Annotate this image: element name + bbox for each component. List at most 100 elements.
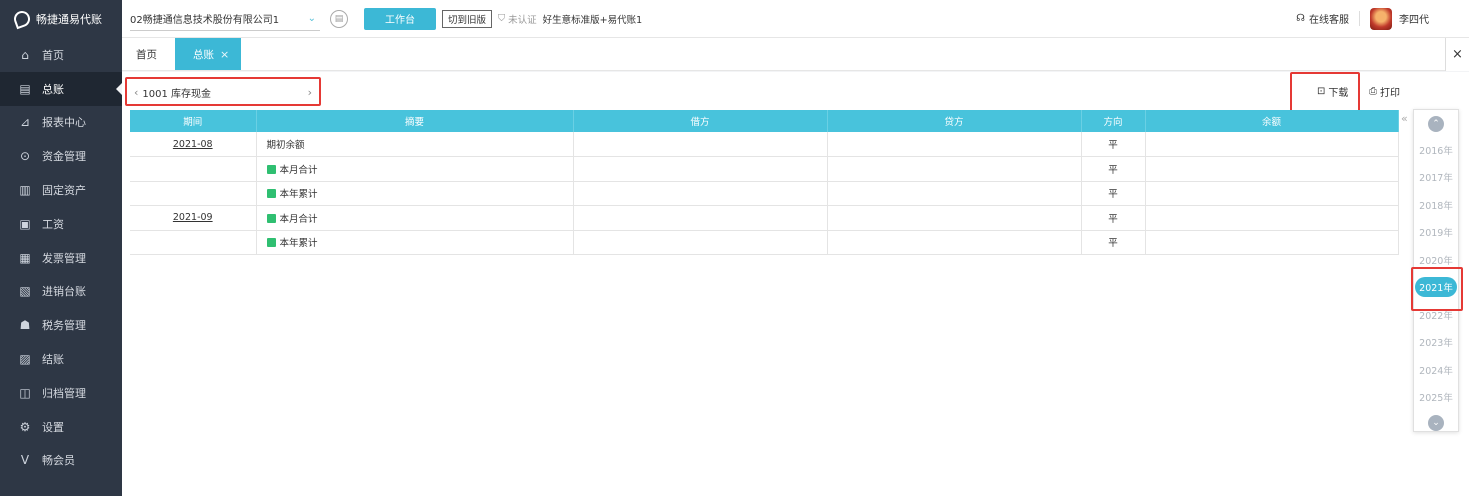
debit-cell [573,156,828,182]
salary-icon: ▣ [19,216,31,231]
switch-old-version-button[interactable]: 切到旧版 [442,9,493,28]
app-logo[interactable]: 畅捷通易代账 [0,0,122,38]
sidebar-item-label: 总账 [42,82,64,96]
sidebar-item-general-ledger[interactable]: ▤ 总账 [0,71,122,106]
summary-cell: 本月合计 [256,156,574,182]
workbench-button[interactable]: 工作台 [364,7,436,30]
sidebar-item-fixed-assets[interactable]: ▥ 固定资产 [0,173,122,207]
year-item[interactable]: 2016年 [1415,136,1457,164]
balance-cell [1145,132,1399,157]
fixed-assets-icon: ▥ [19,183,31,198]
column-header-period: 期间 [130,110,257,132]
balance-cell [1145,205,1399,231]
year-item[interactable]: 2024年 [1415,356,1457,384]
highlight-box-subject [125,77,321,106]
company-name: 02畅捷通信息技术股份有限公司1 [130,14,280,26]
sidebar-nav: ⌂ 首页 ▤ 总账 ⊿ 报表中心 ⊙ 资金管理 ▥ 固定资产 ▣ 工资 ▦ 发票管理 ▧ 进销台账 ☗ 税务管理 ▨… [0,38,122,477]
direction-cell: 平 [1081,230,1146,255]
period-link[interactable]: 2021-08 [173,139,213,150]
column-header-summary: 摘要 [256,110,574,132]
sidebar-item-label: 税务管理 [42,319,86,333]
chevron-up-icon[interactable]: ⌃ [1428,116,1444,132]
sidebar-item-inventory-ledger[interactable]: ▧ 进销台账 [0,275,122,309]
summary-row-icon[interactable] [266,164,276,174]
year-item[interactable]: 2025年 [1415,384,1457,412]
summary-cell: 本月合计 [256,205,574,231]
sidebar-item-tax-management[interactable]: ☗ 税务管理 [0,308,122,342]
direction-cell: 平 [1081,132,1146,157]
username[interactable]: 李四代 [1399,11,1429,26]
general-ledger-icon: ▤ [19,81,31,96]
collapse-year-rail-icon[interactable]: « [1401,112,1408,125]
period-cell [130,156,257,182]
sidebar-item-report-center[interactable]: ⊿ 报表中心 [0,106,122,140]
online-service-label: 在线客服 [1309,15,1349,26]
tab-general-ledger[interactable]: 总账 × [175,38,242,70]
sidebar-item-home[interactable]: ⌂ 首页 [0,38,122,72]
settings-icon: ⚙ [19,419,31,434]
column-header-direction: 方向 [1081,110,1146,132]
shield-icon: ⛉ [498,13,506,24]
summary-row-icon[interactable] [266,189,276,199]
home-icon: ⌂ [21,47,29,62]
fund-management-icon: ⊙ [19,149,31,164]
sidebar-item-member[interactable]: V 畅会员 [0,444,122,478]
summary-cell: 期初余额 [256,132,574,157]
sidebar-item-label: 工资 [42,217,64,231]
sidebar-item-label: 设置 [42,420,64,434]
period-link[interactable]: 2021-09 [173,212,213,223]
company-select[interactable]: 02畅捷通信息技术股份有限公司1 ⌄ [130,7,320,31]
sidebar-item-invoice-management[interactable]: ▦ 发票管理 [0,241,122,275]
sidebar-item-archive-management[interactable]: ◫ 归档管理 [0,376,122,410]
sidebar-item-settings[interactable]: ⚙ 设置 [0,410,122,444]
year-label: 2023年 [1419,338,1453,350]
year-label: 2024年 [1419,365,1453,377]
year-item[interactable]: 2017年 [1415,164,1457,192]
column-header-debit: 借方 [573,110,828,132]
printer-icon: ⎙ [1369,86,1377,97]
print-label: 打印 [1380,88,1400,99]
summary-row-icon[interactable] [266,238,276,248]
table-row: 本年累计 平 [130,181,1399,206]
calendar-icon[interactable]: ▤ [330,9,348,28]
tax-management-icon: ☗ [19,318,31,333]
period-cell: 2021-09 [130,205,257,231]
year-label: 2020年 [1419,255,1453,267]
certification-status[interactable]: ⛉ 未认证 [498,12,537,26]
year-item[interactable]: 2018年 [1415,191,1457,219]
sidebar-item-fund-management[interactable]: ⊙ 资金管理 [0,139,122,173]
invoice-management-icon: ▦ [19,250,31,265]
sidebar-item-salary[interactable]: ▣ 工资 [0,207,122,241]
online-service-button[interactable]: ☊ 在线客服 [1296,11,1360,26]
logo-text: 畅捷通易代账 [36,13,102,26]
main-content: ‹ 1001 库存现金 › ⊡ 下载 ⎙ 打印 期间 摘要 借方 贷方 方向 余额 202… [122,72,1469,496]
balance-cell [1145,181,1399,206]
credit-cell [827,132,1082,157]
summary-text: 本年累计 [279,238,318,250]
sidebar-item-period-close[interactable]: ▨ 结账 [0,342,122,376]
sidebar: 畅捷通易代账 ⌂ 首页 ▤ 总账 ⊿ 报表中心 ⊙ 资金管理 ▥ 固定资产 ▣ 工资 ▦ 发票管理 ▧ 进销台… [0,0,122,496]
logo-icon [11,8,33,30]
close-all-tabs-button[interactable]: × [1445,38,1469,71]
sidebar-item-label: 归档管理 [42,386,86,400]
direction-cell: 平 [1081,181,1146,206]
print-button[interactable]: ⎙ 打印 [1369,84,1400,99]
period-close-icon: ▨ [19,352,31,367]
year-item[interactable]: 2019年 [1415,219,1457,247]
summary-row-icon[interactable] [266,213,276,223]
year-label: 2018年 [1419,200,1453,212]
tab-label: 首页 [136,48,157,61]
chevron-down-icon[interactable]: ⌄ [1428,415,1444,431]
debit-cell [573,230,828,255]
member-icon: V [20,453,30,468]
version-label: 好生意标准版+易代账1 [542,14,643,26]
tab-home[interactable]: 首页 [122,38,171,70]
period-cell [130,230,257,255]
avatar[interactable] [1370,7,1392,30]
highlight-box-year [1411,267,1463,311]
credit-cell [827,205,1082,231]
column-header-balance: 余额 [1145,110,1399,132]
close-icon[interactable]: × [220,48,229,61]
year-item[interactable]: 2023年 [1415,329,1457,357]
sidebar-item-label: 首页 [42,48,64,62]
